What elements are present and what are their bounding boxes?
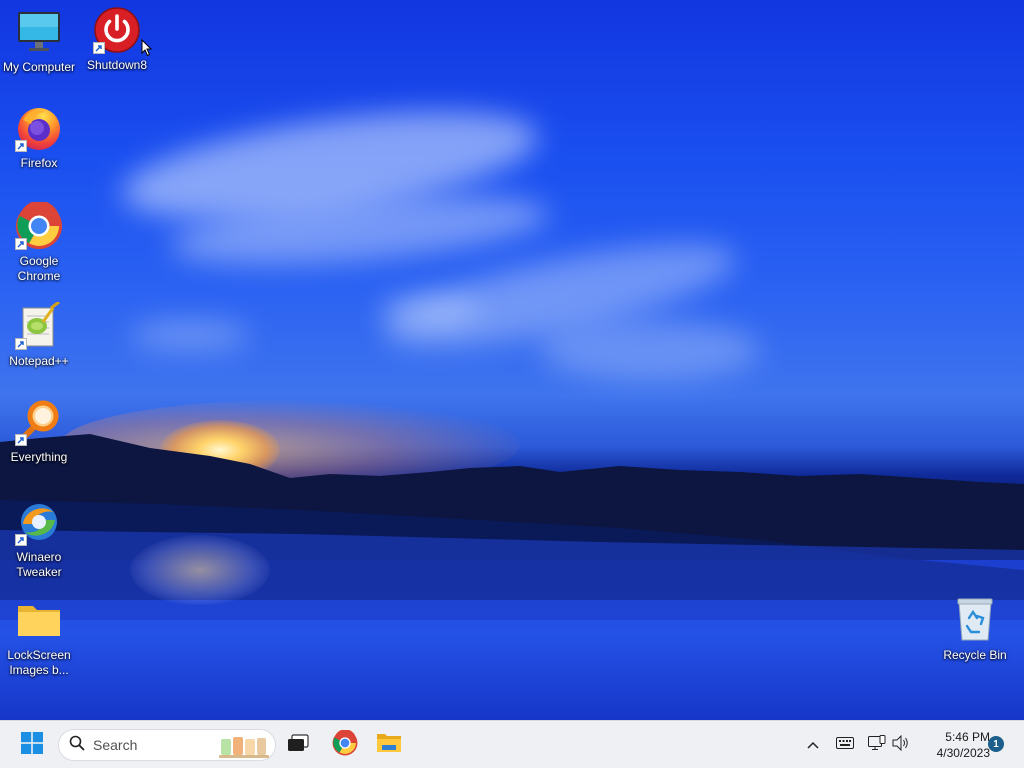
shortcut-arrow-icon — [15, 140, 27, 152]
recycle-bin-icon — [951, 596, 999, 644]
desktop-icon-label: LockScreen Images b... — [7, 648, 71, 677]
shortcut-arrow-icon — [15, 434, 27, 446]
speaker-icon — [892, 734, 910, 756]
desktop-wallpaper — [0, 0, 1024, 720]
task-view-icon — [287, 733, 309, 757]
taskbar-chrome-button[interactable] — [325, 725, 365, 765]
search-placeholder: Search — [93, 737, 138, 753]
desktop-icon-lockscreen-folder[interactable]: LockScreen Images b... — [0, 596, 78, 678]
desktop-icon-label: Notepad++ — [9, 354, 69, 368]
windows-logo-icon — [21, 731, 43, 759]
network-button[interactable] — [866, 733, 888, 757]
search-icon — [69, 735, 85, 756]
volume-button[interactable] — [890, 733, 912, 757]
task-view-button[interactable] — [278, 725, 318, 765]
keyboard-icon — [836, 736, 854, 754]
shortcut-arrow-icon — [93, 42, 105, 54]
file-explorer-icon — [376, 731, 402, 760]
network-icon — [868, 734, 886, 756]
search-highlight-icon — [219, 737, 269, 758]
taskbar-clock[interactable]: 5:46 PM 4/30/2023 — [918, 729, 990, 761]
desktop-icon-notepad-plus-plus[interactable]: Notepad++ — [0, 302, 78, 369]
notepad-plus-plus-icon — [15, 302, 63, 350]
show-hidden-icons-button[interactable] — [802, 733, 824, 757]
clock-date: 4/30/2023 — [936, 746, 990, 760]
desktop-icon-everything[interactable]: Everything — [0, 398, 78, 465]
monitor-icon — [15, 8, 63, 56]
shortcut-arrow-icon — [15, 238, 27, 250]
desktop-icon-label: Shutdown8 — [86, 58, 148, 72]
desktop-icon-label: Firefox — [20, 156, 58, 170]
winaero-tweaker-icon — [15, 498, 63, 546]
taskbar: Search 5:46 PM 4/30/2023 — [0, 720, 1024, 768]
mouse-cursor-icon — [141, 39, 153, 57]
desktop-icon-label: My Computer — [2, 60, 76, 74]
desktop-icon-firefox[interactable]: Firefox — [0, 104, 78, 171]
desktop-icon-label: Recycle Bin — [943, 648, 1007, 662]
desktop-icon-recycle-bin[interactable]: Recycle Bin — [936, 596, 1014, 663]
firefox-icon — [15, 104, 63, 152]
desktop-icon-my-computer[interactable]: My Computer — [0, 8, 78, 75]
shortcut-arrow-icon — [15, 338, 27, 350]
desktop-icon-label: Everything — [10, 450, 68, 464]
desktop-icon-google-chrome[interactable]: Google Chrome — [0, 202, 78, 284]
desktop-icon-label: Google Chrome — [17, 254, 61, 283]
desktop-icon-label: Winaero Tweaker — [16, 550, 62, 579]
start-button[interactable] — [12, 725, 52, 765]
taskbar-search-box[interactable]: Search — [58, 729, 276, 761]
input-indicator-button[interactable] — [834, 733, 856, 757]
clock-time: 5:46 PM — [945, 730, 990, 744]
chrome-icon — [332, 728, 358, 761]
notification-badge[interactable]: 1 — [988, 736, 1004, 752]
desktop-icon-winaero-tweaker[interactable]: Winaero Tweaker — [0, 498, 78, 580]
chrome-icon — [15, 202, 63, 250]
power-icon — [93, 6, 141, 54]
folder-icon — [15, 596, 63, 644]
taskbar-file-explorer-button[interactable] — [369, 725, 409, 765]
shortcut-arrow-icon — [15, 534, 27, 546]
magnifier-icon — [15, 398, 63, 446]
chevron-up-icon — [807, 736, 819, 754]
